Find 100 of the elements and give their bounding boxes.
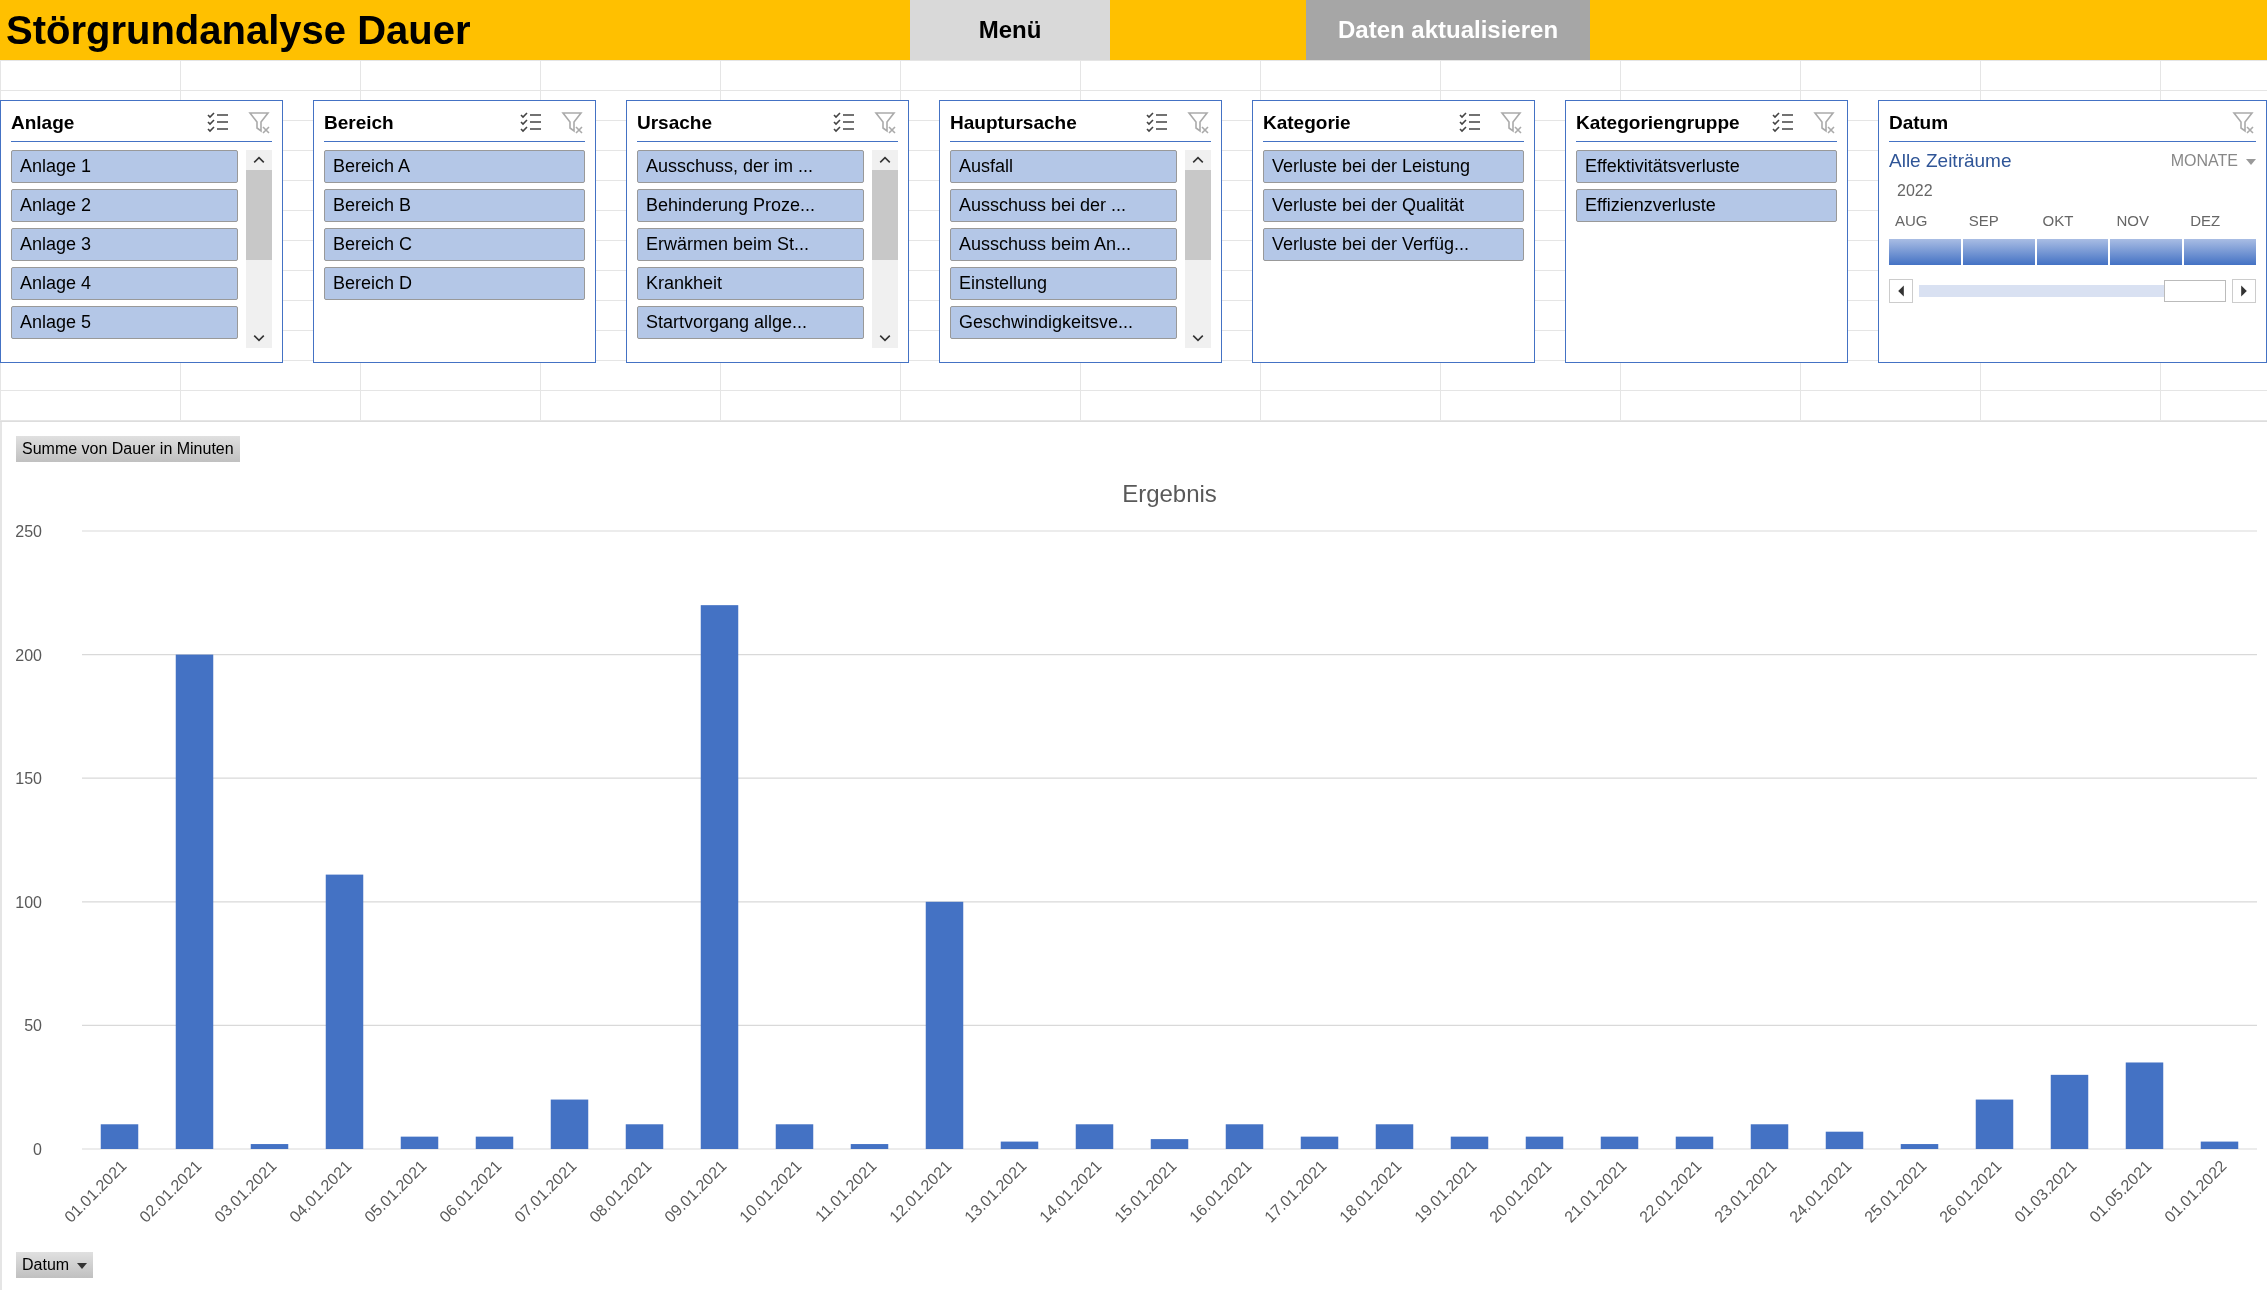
slicer-item[interactable]: Anlage 4 xyxy=(11,267,238,300)
y-tick-label: 200 xyxy=(15,646,42,664)
slicer-item[interactable]: Einstellung xyxy=(950,267,1177,300)
bar xyxy=(1000,1141,1039,1149)
bar xyxy=(1900,1144,1939,1149)
field-button[interactable]: Summe von Dauer in Minuten xyxy=(16,436,240,462)
bar xyxy=(2200,1141,2239,1149)
bar xyxy=(400,1136,439,1149)
scrollbar-thumb[interactable] xyxy=(2164,280,2226,302)
slicer-item[interactable]: Verluste bei der Leistung xyxy=(1263,150,1524,183)
bar xyxy=(1600,1136,1639,1149)
menu-button[interactable]: Menü xyxy=(910,0,1110,60)
scroll-down-icon[interactable] xyxy=(1192,334,1204,342)
bar xyxy=(1225,1124,1264,1149)
clear-filter-icon[interactable] xyxy=(1500,111,1524,135)
bar xyxy=(850,1144,889,1149)
scroll-up-icon[interactable] xyxy=(879,156,891,164)
slicer-item[interactable]: Geschwindigkeitsve... xyxy=(950,306,1177,339)
bar xyxy=(100,1124,139,1149)
month-bar[interactable] xyxy=(2110,239,2183,265)
slicer-title: Ursache xyxy=(637,112,713,134)
slicer-item[interactable]: Effizienzverluste xyxy=(1576,189,1837,222)
slicer-item[interactable]: Behinderung Proze... xyxy=(637,189,864,222)
month-bar[interactable] xyxy=(2184,239,2256,265)
month-bar[interactable] xyxy=(2036,239,2109,265)
month-label: SEP xyxy=(1967,212,2000,229)
page-title: Störgrundanalyse Dauer xyxy=(6,7,472,53)
clear-filter-icon[interactable] xyxy=(2232,111,2256,135)
scroll-up-icon[interactable] xyxy=(1192,156,1204,164)
month-label: OKT xyxy=(2041,212,2075,229)
scrollbar-thumb[interactable] xyxy=(1185,170,1211,260)
bar xyxy=(1075,1124,1114,1149)
bar xyxy=(1300,1136,1339,1149)
scroll-up-icon[interactable] xyxy=(253,156,265,164)
scroll-down-icon[interactable] xyxy=(879,334,891,342)
slicer-item[interactable]: Ausschuss bei der ... xyxy=(950,189,1177,222)
slicer-item[interactable]: Ausschuss, der im ... xyxy=(637,150,864,183)
slicer-item[interactable]: Krankheit xyxy=(637,267,864,300)
chart-title: Ergebnis xyxy=(1122,480,1217,507)
multi-select-icon[interactable] xyxy=(1771,111,1795,135)
multi-select-icon[interactable] xyxy=(519,111,543,135)
slicer-title: Kategorie xyxy=(1263,112,1352,134)
slicer-item[interactable]: Anlage 1 xyxy=(11,150,238,183)
y-tick-label: 100 xyxy=(15,893,42,911)
slicer-item[interactable]: Verluste bei der Verfüg... xyxy=(1263,228,1524,261)
y-tick-label: 150 xyxy=(15,770,42,788)
scrollbar-thumb[interactable] xyxy=(872,170,898,260)
multi-select-icon[interactable] xyxy=(832,111,856,135)
y-tick-label: 250 xyxy=(15,523,42,540)
clear-filter-icon[interactable] xyxy=(561,111,585,135)
slicer-item[interactable]: Bereich C xyxy=(324,228,585,261)
multi-select-icon[interactable] xyxy=(206,111,230,135)
slicer-item[interactable]: Erwärmen beim St... xyxy=(637,228,864,261)
y-tick-label: 50 xyxy=(24,1017,42,1035)
bar xyxy=(1450,1136,1489,1149)
bar xyxy=(250,1144,289,1149)
timeline-title: Datum xyxy=(1889,112,1950,134)
slicer-title: Bereich xyxy=(324,112,395,134)
slicer-item[interactable]: Bereich A xyxy=(324,150,585,183)
bar xyxy=(1750,1124,1789,1149)
clear-filter-icon[interactable] xyxy=(1813,111,1837,135)
scrollbar[interactable] xyxy=(872,150,898,348)
multi-select-icon[interactable] xyxy=(1145,111,1169,135)
scrollbar[interactable] xyxy=(246,150,272,348)
scrollbar[interactable] xyxy=(1185,150,1211,348)
slicer-item[interactable]: Verluste bei der Qualität xyxy=(1263,189,1524,222)
slicer-title: Anlage xyxy=(11,112,76,134)
bar xyxy=(1675,1136,1714,1149)
month-bar[interactable] xyxy=(1889,239,1961,265)
clear-filter-icon[interactable] xyxy=(1187,111,1211,135)
timeline-scrollbar[interactable] xyxy=(1889,279,2256,303)
multi-select-icon[interactable] xyxy=(1458,111,1482,135)
scroll-left-icon[interactable] xyxy=(1889,279,1913,303)
slicer-item[interactable]: Ausfall xyxy=(950,150,1177,183)
clear-filter-icon[interactable] xyxy=(874,111,898,135)
scroll-right-icon[interactable] xyxy=(2232,279,2256,303)
axis-field-button[interactable]: Datum xyxy=(16,1252,94,1278)
slicer-item[interactable]: Startvorgang allge... xyxy=(637,306,864,339)
bar xyxy=(1525,1136,1564,1149)
bar xyxy=(550,1099,589,1149)
month-bar[interactable] xyxy=(1962,239,2035,265)
time-unit-dropdown[interactable]: MONATE xyxy=(2170,152,2256,170)
slicer-title: Kategoriengruppe xyxy=(1576,112,1741,134)
slicer-title: Hauptursache xyxy=(950,112,1078,134)
caret-icon[interactable] xyxy=(77,1262,88,1269)
bar xyxy=(775,1124,814,1149)
period-label: Alle Zeiträume xyxy=(1889,150,2012,172)
bar xyxy=(1825,1131,1864,1149)
slicer-item[interactable]: Ausschuss beim An... xyxy=(950,228,1177,261)
slicer-item[interactable]: Bereich B xyxy=(324,189,585,222)
scrollbar-thumb[interactable] xyxy=(246,170,272,260)
slicer-item[interactable]: Bereich D xyxy=(324,267,585,300)
slicer-item[interactable]: Anlage 5 xyxy=(11,306,238,339)
month-label: AUG xyxy=(1894,212,1929,229)
slicer-item[interactable]: Anlage 2 xyxy=(11,189,238,222)
slicer-item[interactable]: Anlage 3 xyxy=(11,228,238,261)
bar xyxy=(1375,1124,1414,1149)
clear-filter-icon[interactable] xyxy=(248,111,272,135)
scroll-down-icon[interactable] xyxy=(253,334,265,342)
slicer-item[interactable]: Effektivitätsverluste xyxy=(1576,150,1837,183)
